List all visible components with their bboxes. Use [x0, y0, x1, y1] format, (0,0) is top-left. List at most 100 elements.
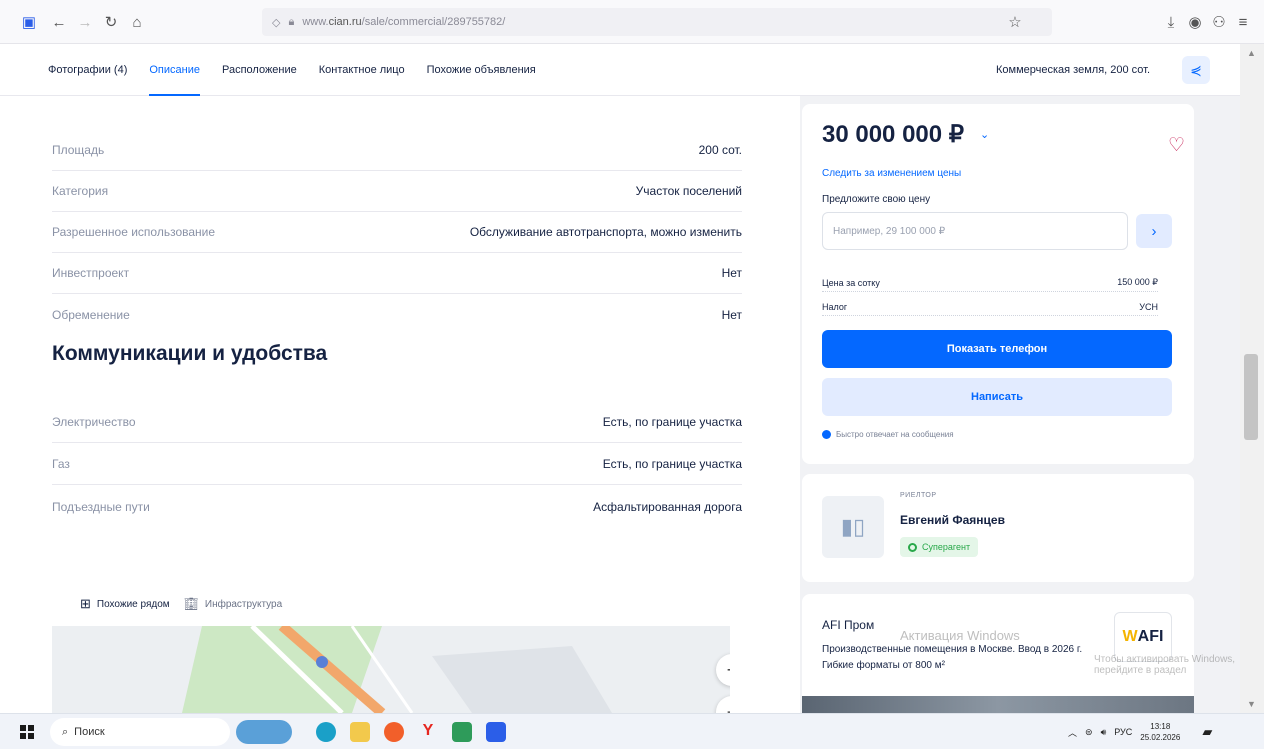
param-value: Участок поселений: [635, 184, 742, 198]
windows-activation-watermark: Активация Windows: [900, 628, 1020, 643]
url-text: www.cian.ru/sale/commercial/289755782/: [302, 16, 506, 28]
param-key: Обременение: [52, 307, 130, 322]
extensions-icon[interactable]: ⚇: [1208, 11, 1230, 33]
price-per-sotka-row: Цена за сотку 150 000 ₽: [822, 274, 1158, 292]
ad-title[interactable]: AFI Пром: [822, 618, 874, 632]
param-key: Инвестпроект: [52, 266, 130, 280]
word-icon[interactable]: [486, 722, 506, 742]
ad-image[interactable]: [802, 696, 1194, 713]
agent-avatar[interactable]: ▮▯: [822, 496, 884, 558]
excel-icon[interactable]: [452, 722, 472, 742]
param-value: Нет: [721, 266, 742, 280]
agent-name[interactable]: Евгений Фаянцев: [900, 513, 1005, 527]
chevron-right-icon: ›: [1151, 222, 1157, 240]
edge-icon[interactable]: [316, 722, 336, 742]
map-roads: [182, 626, 612, 713]
mini-row-value: УСН: [1139, 301, 1158, 312]
notifications-icon[interactable]: ▰: [1202, 724, 1212, 740]
home-icon[interactable]: ⌂: [126, 11, 148, 33]
write-message-button[interactable]: Написать: [822, 378, 1172, 416]
param-value: Обслуживание автотранспорта, можно измен…: [469, 225, 742, 239]
taskbar-search-label: Поиск: [74, 726, 105, 738]
mini-row-label: Цена за сотку: [822, 277, 880, 288]
bookmark-star-icon[interactable]: ☆: [1004, 11, 1026, 33]
scroll-up-icon[interactable]: ▲: [1247, 48, 1256, 58]
file-explorer-icon[interactable]: [350, 722, 370, 742]
menu-icon[interactable]: ≡: [1232, 11, 1254, 33]
network-icon[interactable]: ⊜: [1085, 727, 1093, 738]
search-icon: ⌕: [62, 725, 69, 738]
clock[interactable]: 13:18 25.02.2026: [1140, 721, 1180, 743]
grid-icon: ⊞: [80, 596, 91, 611]
shield-icon: ◇: [272, 16, 281, 29]
widgets-icon[interactable]: [236, 720, 292, 744]
back-icon[interactable]: ←: [48, 11, 70, 33]
address-bar[interactable]: ◇ 🔒︎ www.cian.ru/sale/commercial/2897557…: [262, 8, 1052, 36]
map-tab-label: Инфраструктура: [204, 598, 283, 610]
follow-price-link[interactable]: Следить за изменением цены: [822, 168, 961, 179]
tab-list-icon[interactable]: ▣: [18, 11, 40, 33]
lock-icon: 🔒︎: [288, 15, 295, 28]
superagent-badge: Суперагент: [900, 537, 979, 557]
offer-price-input[interactable]: [822, 212, 1128, 250]
communications-heading: Коммуникации и удобства: [52, 342, 328, 365]
share-button[interactable]: ⋞: [1182, 56, 1210, 84]
offer-label: Предложите свою цену: [822, 194, 931, 205]
windows-taskbar: ⌕ Поиск Y ︿ ⊜ 🔊︎ РУС 13:18 25.02.2026 ▰: [0, 713, 1264, 749]
windows-activation-hint: Чтобы активировать Windows, перейдите в …: [1094, 654, 1236, 676]
clock-date: 25.02.2026: [1140, 733, 1181, 742]
ad-text: Производственные помещения в Москве. Вво…: [822, 644, 1083, 671]
offer-submit-button[interactable]: ›: [1136, 214, 1172, 248]
amenity-value: Асфальтированная дорога: [593, 499, 742, 514]
tax-row: Налог УСН: [822, 298, 1158, 316]
amenity-row: Подъездные пути Асфальтированная дорога: [52, 486, 742, 527]
tab-contact[interactable]: Контактное лицо: [319, 44, 405, 96]
firefox-icon[interactable]: [384, 722, 404, 742]
system-tray: ︿ ⊜ 🔊︎ РУС 13:18 25.02.2026 ▰: [1068, 714, 1212, 749]
start-icon[interactable]: [20, 725, 34, 739]
amenity-key: Электричество: [52, 415, 136, 429]
badge-ring-icon: [908, 542, 917, 552]
price-history-icon[interactable]: ⌄: [980, 128, 989, 141]
yandex-browser-icon[interactable]: Y: [418, 722, 438, 742]
param-value: 200 сот.: [698, 143, 742, 157]
amenity-value: Есть, по границе участка: [602, 415, 742, 429]
amenity-row: Электричество Есть, по границе участка: [52, 402, 742, 443]
download-icon[interactable]: ⤓: [1160, 11, 1182, 33]
tab-description[interactable]: Описание: [149, 44, 200, 96]
listing-nav: Фотографии (4) Описание Расположение Кон…: [0, 44, 1240, 96]
reply-speed-note: Быстро отвечает на сообщения: [822, 430, 954, 439]
amenity-value: Есть, по границе участка: [602, 457, 742, 471]
clock-icon: [822, 430, 831, 439]
param-row: Разрешенное использование Обслуживание а…: [52, 212, 742, 253]
amenity-row: Газ Есть, по границе участка: [52, 444, 742, 485]
volume-icon[interactable]: 🔊︎: [1101, 727, 1107, 738]
location-map[interactable]: + −: [52, 626, 730, 713]
map-tabs: ⊞ Похожие рядом 🏢︎ Инфраструктура: [80, 596, 282, 612]
forward-icon[interactable]: →: [74, 11, 96, 33]
language-indicator[interactable]: РУС: [1114, 727, 1132, 737]
browser-toolbar: ▣ ← → ↻ ⌂ ◇ 🔒︎ www.cian.ru/sale/commerci…: [0, 0, 1264, 44]
chevron-up-icon[interactable]: ︿: [1068, 726, 1077, 739]
param-key: Категория: [52, 184, 109, 198]
taskbar-search[interactable]: ⌕ Поиск: [50, 718, 230, 746]
map-tab-infrastructure[interactable]: 🏢︎ Инфраструктура: [184, 596, 283, 612]
scrollbar-thumb[interactable]: [1244, 354, 1258, 440]
param-row: Площадь 200 сот.: [52, 130, 742, 171]
scroll-down-icon[interactable]: ▼: [1247, 699, 1256, 709]
tab-photos[interactable]: Фотографии (4): [48, 44, 127, 96]
account-icon[interactable]: ◉: [1184, 11, 1206, 33]
badge-text: Суперагент: [922, 542, 971, 552]
reload-icon[interactable]: ↻: [100, 11, 122, 33]
price-value: 30 000 000 ₽: [822, 121, 965, 148]
favorite-heart-icon[interactable]: ♡: [1168, 134, 1185, 157]
tab-similar[interactable]: Похожие объявления: [427, 44, 536, 96]
tab-location[interactable]: Расположение: [222, 44, 297, 96]
page-scrollbar[interactable]: ▲ ▼: [1240, 44, 1264, 713]
agent-role: РИЕЛТОР: [900, 492, 937, 499]
map-tab-nearby[interactable]: ⊞ Похожие рядом: [80, 596, 170, 612]
show-phone-button[interactable]: Показать телефон: [822, 330, 1172, 368]
listing-short-title: Коммерческая земля, 200 сот.: [996, 64, 1151, 76]
building-icon: ▮▯: [840, 514, 866, 539]
param-row: Обременение Нет: [52, 294, 742, 335]
